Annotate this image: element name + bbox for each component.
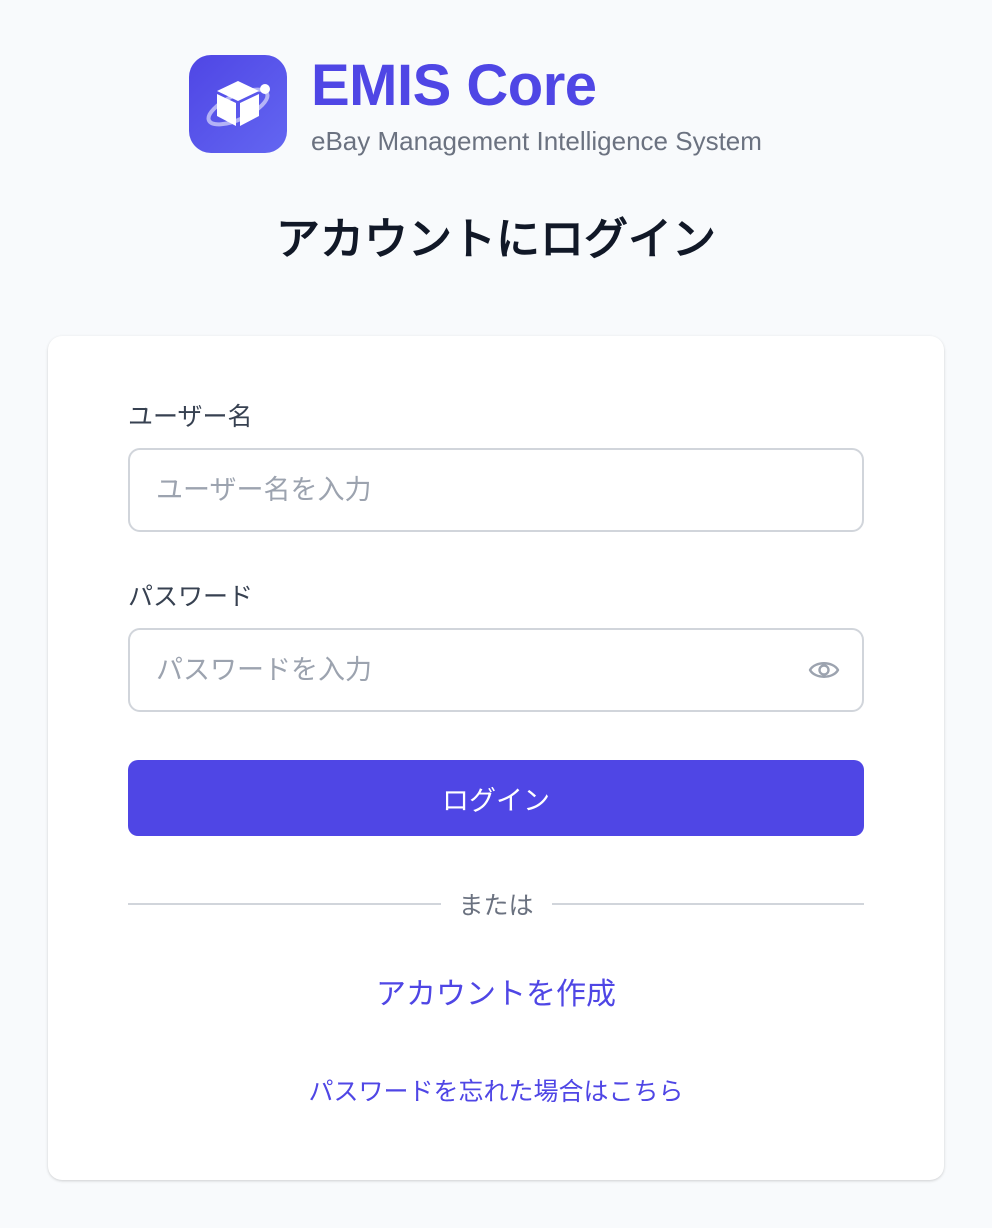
show-password-toggle[interactable] <box>804 650 844 690</box>
or-divider: または <box>128 884 865 924</box>
username-label: ユーザー名 <box>128 402 253 431</box>
eye-icon <box>808 662 840 678</box>
divider-line-right <box>551 903 865 905</box>
forgot-password-link-label[interactable]: パスワードを忘れた場合はこちら <box>308 1077 683 1106</box>
page-title: アカウントにログイン <box>276 214 716 265</box>
divider-text: または <box>458 891 534 920</box>
login-button[interactable]: ログイン <box>128 760 864 836</box>
divider-line-left <box>128 903 441 905</box>
password-label: パスワード <box>128 582 254 611</box>
create-account-link-label[interactable]: アカウントを作成 <box>376 977 616 1012</box>
username-input[interactable] <box>128 448 864 532</box>
brand-text: EMIS Core eBay Management Intelligence S… <box>311 53 762 157</box>
create-account-link[interactable]: アカウントを作成 <box>48 972 944 1018</box>
forgot-password-link[interactable]: パスワードを忘れた場合はこちら <box>48 1074 944 1110</box>
brand-header: EMIS Core eBay Management Intelligence S… <box>189 55 762 156</box>
password-input[interactable] <box>128 628 864 712</box>
login-card: ユーザー名 パスワード ログイン または アカウントを作成 パスワードを忘れた場… <box>48 336 944 1180</box>
brand-title: EMIS Core <box>311 53 597 118</box>
logo <box>189 55 287 153</box>
brand-subtitle: eBay Management Intelligence System <box>311 126 762 156</box>
package-orbit-icon <box>206 81 270 127</box>
